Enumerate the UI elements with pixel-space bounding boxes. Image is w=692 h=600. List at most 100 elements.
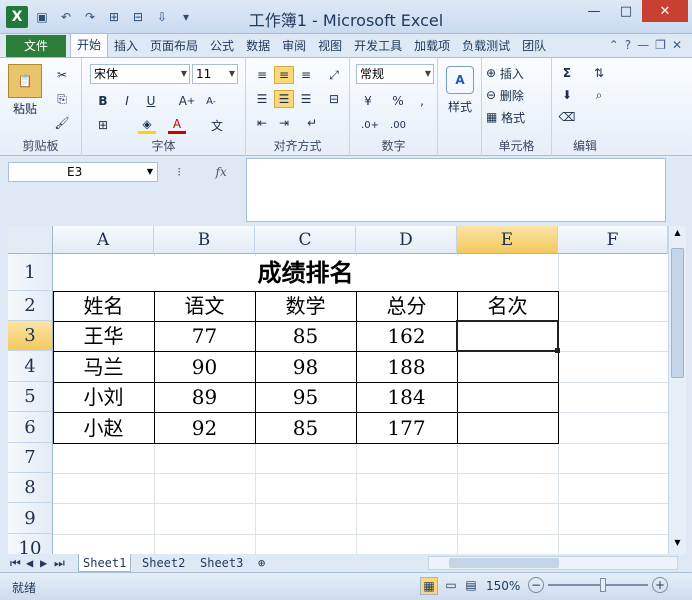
fill-handle[interactable] <box>555 348 560 353</box>
phonetic-icon[interactable]: 文 <box>208 116 226 134</box>
maximize-button[interactable]: □ <box>610 0 642 22</box>
format-painter-icon[interactable]: 🖌 <box>52 114 72 132</box>
hscroll-thumb[interactable] <box>449 558 559 568</box>
cut-icon[interactable]: ✂ <box>52 66 72 84</box>
table-cell[interactable]: 89 <box>154 383 255 412</box>
zoom-slider-thumb[interactable] <box>600 578 606 592</box>
header-cell-total[interactable]: 总分 <box>356 292 457 321</box>
tab-developer[interactable]: 开发工具 <box>348 35 408 57</box>
underline-icon[interactable]: U <box>142 92 160 110</box>
row-header-6[interactable]: 6 <box>8 412 53 443</box>
currency-icon[interactable]: ¥ <box>358 92 378 110</box>
font-name-combo[interactable]: 宋体 ▼ <box>90 64 190 84</box>
sheet-tab-3[interactable]: Sheet3 <box>200 554 243 572</box>
sort-filter-icon[interactable]: ⇅ <box>586 64 612 82</box>
table-cell[interactable]: 177 <box>356 413 457 443</box>
fill-icon[interactable]: ⬇ <box>556 86 578 104</box>
decrease-indent-icon[interactable]: ⇤ <box>252 114 272 132</box>
paste-button[interactable]: 粘贴 <box>6 100 44 116</box>
table-cell[interactable] <box>457 383 558 412</box>
row-header-3[interactable]: 3 <box>8 321 53 351</box>
table-cell[interactable]: 188 <box>356 352 457 382</box>
insert-function-icon[interactable]: fx <box>216 165 227 179</box>
table-cell[interactable]: 92 <box>154 413 255 443</box>
table-cell[interactable]: 95 <box>255 383 356 412</box>
align-center-icon[interactable]: ☰ <box>274 90 294 108</box>
row-header-7[interactable]: 7 <box>8 443 53 473</box>
doc-close-icon[interactable]: ✕ <box>672 38 682 52</box>
page-layout-view-icon[interactable]: ▭ <box>442 577 460 595</box>
table-cell[interactable]: 85 <box>255 322 356 351</box>
number-format-combo[interactable]: 常规 ▼ <box>356 64 434 84</box>
active-cell-selection[interactable] <box>456 320 559 352</box>
decrease-decimal-icon[interactable]: .00 <box>386 116 410 134</box>
prev-sheet-icon[interactable]: ◀ <box>26 554 33 572</box>
table-cell[interactable]: 162 <box>356 322 457 351</box>
minimize-button[interactable]: — <box>578 0 610 22</box>
table-cell[interactable]: 184 <box>356 383 457 412</box>
row-header-9[interactable]: 9 <box>8 503 53 534</box>
help-icon[interactable]: ? <box>625 38 631 52</box>
horizontal-scrollbar[interactable] <box>428 556 678 570</box>
percent-icon[interactable]: % <box>388 92 408 110</box>
tab-load-test[interactable]: 负载测试 <box>456 35 516 57</box>
first-sheet-icon[interactable]: ⏮ <box>10 554 21 572</box>
table-cell[interactable]: 98 <box>255 352 356 382</box>
insert-sheet-icon[interactable]: ⊕ <box>258 554 265 572</box>
row-header-10[interactable]: 10 <box>8 534 53 554</box>
scroll-up-icon[interactable]: ▲ <box>671 228 684 242</box>
tab-insert[interactable]: 插入 <box>108 35 144 57</box>
ribbon-collapse-icon[interactable]: ⌃ <box>609 38 619 52</box>
tab-data[interactable]: 数据 <box>240 35 276 57</box>
row-header-4[interactable]: 4 <box>8 351 53 382</box>
column-header-d[interactable]: D <box>356 226 457 254</box>
bold-icon[interactable]: B <box>94 92 112 110</box>
align-right-icon[interactable]: ☰ <box>296 90 316 108</box>
table-cell[interactable]: 77 <box>154 322 255 351</box>
shrink-font-icon[interactable]: A- <box>202 92 220 110</box>
close-button[interactable]: ✕ <box>642 0 688 22</box>
insert-cells-button[interactable]: ⊕ 插入 <box>486 64 548 82</box>
styles-icon[interactable]: A <box>446 66 474 94</box>
borders-icon[interactable]: ⊞ <box>94 116 112 134</box>
grow-font-icon[interactable]: A + <box>178 92 196 110</box>
column-header-e[interactable]: E <box>457 226 558 254</box>
row-header-8[interactable]: 8 <box>8 473 53 503</box>
tab-addins[interactable]: 加载项 <box>408 35 456 57</box>
header-cell-chinese[interactable]: 语文 <box>154 292 255 321</box>
font-color-icon[interactable]: A <box>168 116 186 134</box>
table-cell[interactable]: 王华 <box>53 322 154 351</box>
tab-review[interactable]: 审阅 <box>276 35 312 57</box>
table-title[interactable]: 成绩排名 <box>53 256 558 291</box>
tab-team[interactable]: 团队 <box>516 35 552 57</box>
scroll-down-icon[interactable]: ▼ <box>671 538 684 552</box>
doc-minimize-icon[interactable]: — <box>637 38 649 52</box>
table-cell[interactable]: 小赵 <box>53 413 154 443</box>
align-bottom-icon[interactable]: ≡ <box>296 66 316 84</box>
last-sheet-icon[interactable]: ⏭ <box>54 554 65 572</box>
sheet-tab-1[interactable]: Sheet1 <box>78 554 132 572</box>
doc-restore-icon[interactable]: ❐ <box>655 38 666 52</box>
font-size-combo[interactable]: 11 ▼ <box>192 64 238 84</box>
merge-center-icon[interactable]: ⊟ <box>324 90 344 108</box>
tab-view[interactable]: 视图 <box>312 35 348 57</box>
italic-icon[interactable]: I <box>118 92 136 110</box>
zoom-level[interactable]: 150% <box>486 579 520 593</box>
autosum-icon[interactable]: Σ <box>556 64 578 82</box>
column-header-a[interactable]: A <box>53 226 154 254</box>
tab-file[interactable]: 文件 <box>6 35 66 57</box>
header-cell-name[interactable]: 姓名 <box>53 292 154 321</box>
clear-icon[interactable]: ⌫ <box>556 108 578 126</box>
wrap-text-icon[interactable]: ↵ <box>302 114 322 132</box>
copy-icon[interactable]: ⎘ <box>52 90 72 108</box>
tab-home[interactable]: 开始 <box>70 33 109 57</box>
table-cell[interactable]: 马兰 <box>53 352 154 382</box>
row-header-5[interactable]: 5 <box>8 382 53 412</box>
fill-color-icon[interactable]: ◈ <box>138 116 156 134</box>
normal-view-icon[interactable]: ▦ <box>420 577 438 595</box>
increase-indent-icon[interactable]: ⇥ <box>274 114 294 132</box>
header-cell-math[interactable]: 数学 <box>255 292 356 321</box>
column-header-b[interactable]: B <box>154 226 255 254</box>
table-cell[interactable]: 85 <box>255 413 356 443</box>
increase-decimal-icon[interactable]: .0+ <box>358 116 382 134</box>
